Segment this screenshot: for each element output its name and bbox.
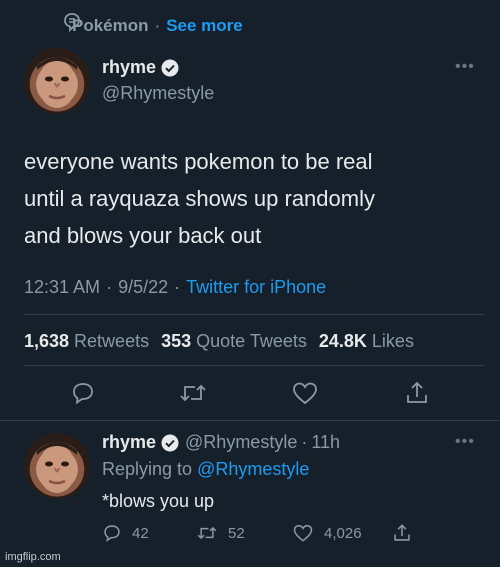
- retweet-icon: [197, 526, 217, 540]
- tweet-text-line: until a rayquaza shows up randomly: [24, 186, 375, 211]
- reply-like-count: 4,026: [324, 524, 362, 542]
- tweet-actions: [0, 380, 500, 410]
- share-icon[interactable]: [404, 380, 430, 406]
- reply-actions: 42 52 4,026: [0, 523, 500, 547]
- reply-retweet-action[interactable]: 52: [196, 523, 245, 543]
- reply-retweet-count: 52: [228, 524, 245, 542]
- reply-handle[interactable]: @Rhymestyle: [185, 432, 297, 453]
- author-handle[interactable]: @Rhymestyle: [102, 83, 214, 104]
- like-icon[interactable]: [291, 380, 319, 406]
- divider: [24, 314, 484, 315]
- reply-like-action[interactable]: 4,026: [292, 523, 362, 543]
- like-count[interactable]: 24.8K: [319, 331, 367, 352]
- watermark: imgflip.com: [5, 551, 61, 563]
- tweet-source[interactable]: Twitter for iPhone: [186, 277, 326, 298]
- replying-label: Replying to: [102, 459, 193, 479]
- meta-separator: ·: [174, 277, 181, 297]
- verified-badge-icon: [161, 59, 179, 76]
- reply-avatar[interactable]: [24, 433, 90, 499]
- tweet-date[interactable]: 9/5/22: [118, 277, 168, 298]
- tweet-meta: 12:31 AM · 9/5/22 · Twitter for iPhone: [24, 277, 326, 298]
- tweet-text: everyone wants pokemon to be real until …: [24, 143, 484, 254]
- quotes-label[interactable]: Quote Tweets: [196, 331, 307, 352]
- tweet-time[interactable]: 12:31 AM: [24, 277, 100, 298]
- topic-header: Pokémon · See more: [72, 14, 243, 38]
- retweet-icon[interactable]: [178, 380, 208, 406]
- meta-separator: ·: [106, 277, 113, 297]
- tweet-author: rhyme @Rhymestyle: [102, 57, 214, 104]
- retweet-count[interactable]: 1,638: [24, 331, 69, 352]
- reply-share-action[interactable]: [392, 523, 412, 543]
- topic-name[interactable]: Pokémon: [72, 16, 149, 36]
- reply-more-options-icon[interactable]: •••: [455, 433, 475, 451]
- see-more-link[interactable]: See more: [166, 16, 243, 36]
- avatar[interactable]: [24, 48, 90, 114]
- reply-reply-count: 42: [132, 524, 149, 542]
- divider: [0, 420, 500, 421]
- reply-icon[interactable]: [70, 380, 96, 406]
- reply-text: *blows you up: [102, 491, 215, 511]
- author-display-name[interactable]: rhyme: [102, 57, 156, 78]
- more-options-icon[interactable]: •••: [455, 58, 475, 76]
- reply-author: rhyme @Rhymestyle · 11h: [102, 432, 340, 453]
- reply-display-name[interactable]: rhyme: [102, 432, 156, 453]
- topic-separator: ·: [154, 16, 161, 35]
- reply-icon: [104, 525, 120, 542]
- divider: [24, 365, 484, 366]
- reply-age[interactable]: 11h: [311, 432, 340, 453]
- replying-to-handle[interactable]: @Rhymestyle: [197, 459, 309, 479]
- reply-separator: ·: [301, 432, 308, 452]
- tweet-text-line: and blows your back out: [24, 223, 262, 248]
- replying-to: Replying to @Rhymestyle: [102, 459, 309, 480]
- reply-reply-action[interactable]: 42: [102, 523, 149, 543]
- tweet-text-line: everyone wants pokemon to be real: [24, 149, 373, 174]
- tweet-stats: 1,638 Retweets 353 Quote Tweets 24.8K Li…: [24, 331, 426, 352]
- share-icon: [394, 524, 410, 541]
- quote-count[interactable]: 353: [161, 331, 191, 352]
- likes-label[interactable]: Likes: [372, 331, 414, 352]
- retweets-label[interactable]: Retweets: [74, 331, 149, 352]
- verified-badge-icon: [161, 434, 179, 451]
- like-icon: [293, 524, 313, 542]
